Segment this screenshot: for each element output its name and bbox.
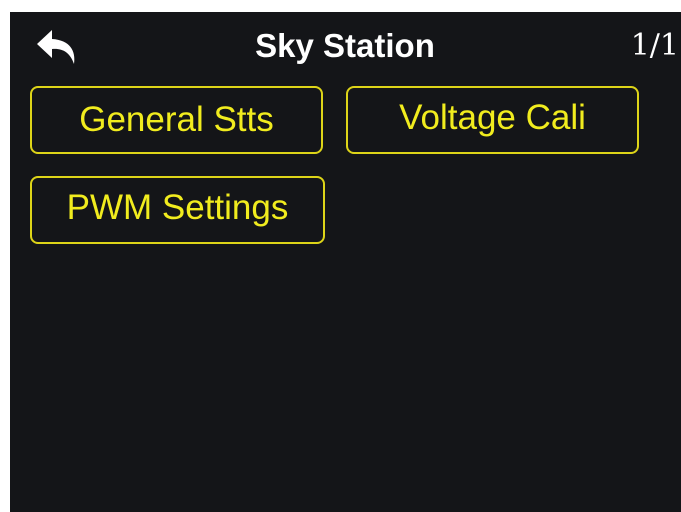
back-button[interactable] [32,24,88,70]
header-bar: Sky Station 1/1 [10,12,681,78]
page-indicator: 1/1 [630,28,679,63]
page-title: Sky Station [255,27,435,64]
screen: Sky Station 1/1 General Stts Voltage Cal… [10,12,681,512]
voltage-calibration-button[interactable]: Voltage Cali [346,86,639,154]
pwm-settings-button[interactable]: PWM Settings [30,176,325,244]
back-arrow-icon [37,30,75,64]
general-status-button[interactable]: General Stts [30,86,323,154]
